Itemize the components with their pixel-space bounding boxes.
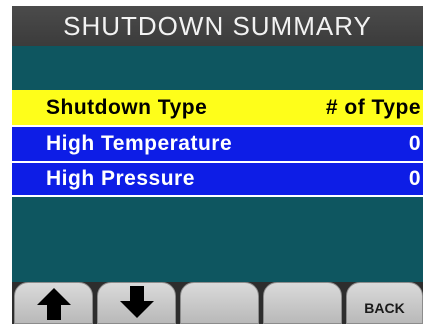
softkey-4-button[interactable] — [263, 282, 342, 324]
shutdown-summary-table: Shutdown Type # of Type High Temperature… — [12, 90, 423, 197]
scroll-up-button[interactable] — [14, 282, 93, 324]
hmi-screen: SHUTDOWN SUMMARY Shutdown Type # of Type… — [12, 6, 423, 324]
column-header-shutdown-type: Shutdown Type — [46, 95, 208, 119]
page-title: SHUTDOWN SUMMARY — [12, 6, 423, 46]
shutdown-count-cell: 0 — [408, 167, 421, 190]
scroll-down-button[interactable] — [97, 282, 176, 324]
back-button-label: BACK — [364, 300, 405, 316]
column-header-count: # of Type — [325, 95, 421, 119]
table-row[interactable]: High Temperature 0 — [12, 125, 423, 161]
softkey-bar: BACK — [12, 282, 423, 324]
back-button[interactable]: BACK — [346, 282, 423, 324]
table-header-row: Shutdown Type # of Type — [12, 90, 423, 125]
arrow-down-icon — [119, 286, 154, 318]
shutdown-count-cell: 0 — [408, 132, 421, 155]
table-row[interactable]: High Pressure 0 — [12, 161, 423, 197]
shutdown-type-cell: High Temperature — [46, 132, 233, 155]
softkey-3-button[interactable] — [180, 282, 259, 324]
shutdown-type-cell: High Pressure — [46, 167, 195, 190]
arrow-up-icon — [36, 288, 71, 320]
